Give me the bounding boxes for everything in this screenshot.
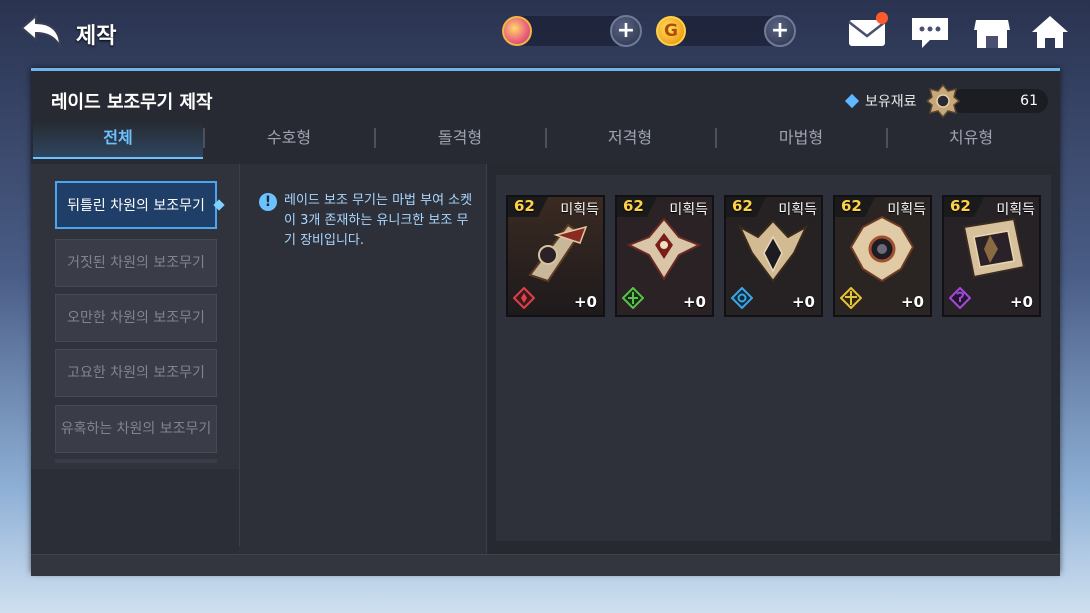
enhance-level: +0 [682,293,706,311]
item-status: 미획득 [778,202,817,218]
owned-material: 보유재료 61 [843,83,1048,119]
material-emblem-icon [925,83,961,119]
material-count: 61 [1020,93,1038,109]
add-gem-button[interactable]: + [610,15,642,47]
item-card[interactable]: 62 미획득 +0 [833,195,932,317]
enhance-level: +0 [791,293,815,311]
assault-type-icon [622,287,644,309]
list-item-partial [55,459,217,463]
list-item-twisted[interactable]: 뒤틀린 차원의 보조무기 [55,181,225,229]
info-icon: ! [259,193,277,211]
gem-coin-icon [502,16,532,46]
tab-healer[interactable]: 치유형 [886,121,1056,159]
item-level: 62 [623,197,644,215]
panel-header: 레이드 보조무기 제작 보유재료 61 전체 수호형 돌격형 저격형 마법형 치… [31,71,1060,164]
item-level: 62 [732,197,753,215]
diamond-icon [844,93,860,109]
item-level: 62 [841,197,862,215]
list-item-label: 뒤틀린 차원의 보조무기 [67,198,205,214]
guardian-type-icon [513,287,535,309]
item-status: 미획득 [560,202,599,218]
gold-coin-icon: G [656,16,686,46]
back-arrow-icon[interactable] [18,12,66,52]
weapon-set-list[interactable]: 뒤틀린 차원의 보조무기 거짓된 차원의 보조무기 오만한 차원의 보조무기 고… [31,164,239,564]
chat-icon[interactable] [908,12,952,52]
gold-currency: G + [656,15,796,47]
tab-assault[interactable]: 돌격형 [375,121,545,159]
list-item-arrogant[interactable]: 오만한 차원의 보조무기 [55,294,217,342]
item-status: 미획득 [996,202,1035,218]
enhance-level: +0 [1009,293,1033,311]
tab-guardian[interactable]: 수호형 [204,121,374,159]
add-gold-button[interactable]: + [764,15,796,47]
healer-type-icon [949,287,971,309]
material-label: 보유재료 [865,94,917,110]
item-card[interactable]: 62 미획득 +0 [942,195,1041,317]
item-level: 62 [514,197,535,215]
item-card[interactable]: 62 미획득 +0 [506,195,605,317]
item-level: 62 [950,197,971,215]
gem-currency: + [502,15,642,47]
item-status: 미획득 [669,202,708,218]
mail-icon[interactable] [846,12,890,52]
material-count-bar: 61 [951,89,1048,113]
tab-sniper[interactable]: 저격형 [545,121,715,159]
shop-icon[interactable] [970,12,1014,52]
description-text: 레이드 보조 무기는 마법 부여 소켓이 3개 존재하는 유니크한 보조 무기 … [284,193,473,248]
item-grid-area: 62 미획득 +0 62 미획득 +0 62 미획득 +0 62 미획득 +0 … [486,164,1060,564]
selected-indicator-icon [213,199,225,211]
item-grid: 62 미획득 +0 62 미획득 +0 62 미획득 +0 62 미획득 +0 … [496,175,1051,541]
item-status: 미획득 [887,202,926,218]
top-bar: 제작 + G + [0,0,1090,66]
column-divider [239,164,240,546]
list-item-seductive[interactable]: 유혹하는 차원의 보조무기 [55,405,217,453]
list-scroll-area: 뒤틀린 차원의 보조무기 거짓된 차원의 보조무기 오만한 차원의 보조무기 고… [31,164,239,469]
list-item-tranquil[interactable]: 고요한 차원의 보조무기 [55,349,217,397]
page-title: 제작 [76,24,117,49]
item-card[interactable]: 62 미획득 +0 [724,195,823,317]
notification-dot [876,12,888,24]
home-icon[interactable] [1028,12,1072,52]
category-tabs: 전체 수호형 돌격형 저격형 마법형 치유형 [31,121,1060,161]
crafting-panel: 레이드 보조무기 제작 보유재료 61 전체 수호형 돌격형 저격형 마법형 치… [31,68,1060,576]
enhance-level: +0 [573,293,597,311]
magic-type-icon [840,287,862,309]
list-item-false[interactable]: 거짓된 차원의 보조무기 [55,239,217,287]
item-card[interactable]: 62 미획득 +0 [615,195,714,317]
sniper-type-icon [731,287,753,309]
panel-footer [31,554,1060,576]
panel-title: 레이드 보조무기 제작 [51,92,213,113]
enhance-level: +0 [900,293,924,311]
tab-magic[interactable]: 마법형 [716,121,886,159]
tab-all[interactable]: 전체 [33,121,203,159]
